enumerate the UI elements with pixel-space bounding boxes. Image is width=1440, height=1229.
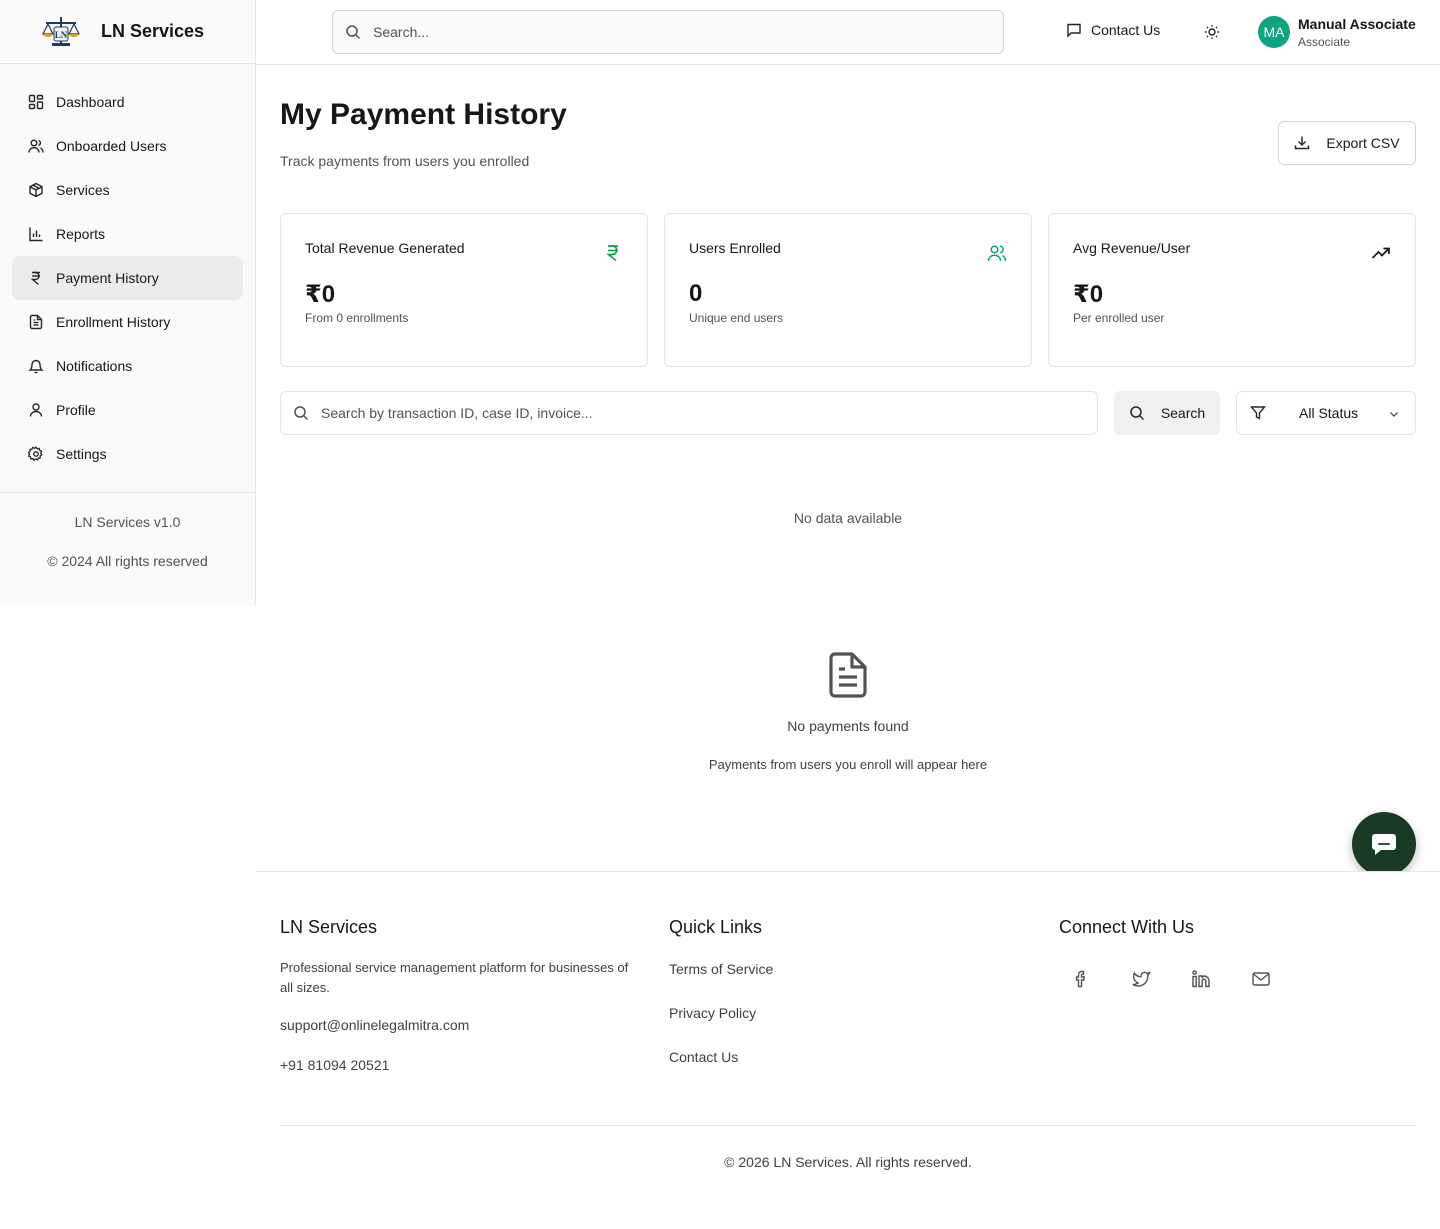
export-csv-button[interactable]: Export CSV [1278, 121, 1416, 165]
footer-brand: LN Services [280, 917, 378, 937]
filter-icon [1250, 406, 1266, 420]
brand-name: LN Services [101, 21, 205, 41]
stat-card-users-enrolled: Users Enrolled 0 Unique end users [664, 213, 1032, 367]
footer-email[interactable]: support@onlinelegalmitra.com [280, 1017, 469, 1033]
empty-state-title: No payments found [787, 718, 909, 734]
sidebar-item-profile[interactable]: Profile [12, 388, 243, 432]
chat-bubble-icon [1372, 834, 1396, 855]
trending-up-icon [1371, 247, 1390, 259]
sidebar-item-label: Payment History [56, 270, 159, 286]
twitter-icon[interactable] [1131, 969, 1151, 989]
sidebar-item-settings[interactable]: Settings [12, 432, 243, 476]
search-icon [294, 406, 309, 421]
user-role: Associate [1298, 35, 1351, 49]
app-version: LN Services v1.0 [74, 514, 181, 530]
footer-link-privacy[interactable]: Privacy Policy [669, 1005, 756, 1021]
table-no-data: No data available [793, 510, 903, 526]
footer-description: Professional service management platform… [280, 960, 629, 995]
stat-value: ₹0 [1073, 281, 1104, 308]
bell-icon [28, 359, 44, 374]
sidebar-item-label: Onboarded Users [56, 138, 167, 154]
logo-text: LN [55, 30, 68, 40]
users-icon [28, 139, 44, 153]
sidebar-item-label: Enrollment History [56, 314, 171, 330]
facebook-icon[interactable] [1071, 969, 1091, 989]
sidebar-copyright: © 2024 All rights reserved [47, 553, 208, 569]
download-icon [1295, 136, 1310, 150]
sidebar-footer: LN Services v1.0 © 2024 All rights reser… [0, 514, 255, 569]
scales-logo-icon: LN [42, 16, 80, 46]
sidebar-item-dashboard[interactable]: Dashboard [12, 80, 243, 124]
stat-note: Unique end users [689, 311, 784, 325]
search-button-label: Search [1160, 405, 1206, 421]
sidebar-item-label: Reports [56, 226, 106, 242]
footer-link-contact[interactable]: Contact Us [669, 1049, 738, 1065]
sidebar-nav: Dashboard Onboarded Users Services Repor… [0, 64, 255, 493]
users-icon [987, 245, 1007, 262]
mail-icon[interactable] [1251, 969, 1271, 989]
sidebar-item-label: Dashboard [56, 94, 125, 110]
user-icon [29, 403, 43, 417]
sidebar-item-reports[interactable]: Reports [12, 212, 243, 256]
stat-title: Total Revenue Generated [305, 240, 465, 256]
page-subtitle: Track payments from users you enrolled [280, 153, 530, 169]
footer-link-terms[interactable]: Terms of Service [669, 961, 773, 977]
contact-us-label: Contact Us [1091, 22, 1161, 38]
sidebar-item-label: Profile [56, 402, 96, 418]
quick-links-title: Quick Links [669, 917, 763, 937]
empty-state-subtitle: Payments from users you enroll will appe… [708, 757, 988, 772]
sidebar-item-services[interactable]: Services [12, 168, 243, 212]
file-document-icon [829, 652, 867, 698]
file-text-icon [29, 314, 43, 330]
gear-icon [28, 446, 43, 462]
search-icon [346, 25, 361, 40]
layout-grid-icon [28, 94, 44, 110]
stat-card-avg-revenue: Avg Revenue/User ₹0 Per enrolled user [1048, 213, 1416, 367]
sidebar-item-payment-history[interactable]: Payment History [12, 256, 243, 300]
sidebar-item-label: Settings [56, 446, 107, 462]
global-search[interactable] [332, 10, 1004, 54]
search-button[interactable]: Search [1114, 391, 1220, 435]
payment-search[interactable] [280, 391, 1098, 435]
footer-copyright: © 2026 LN Services. All rights reserved. [724, 1154, 972, 1170]
payment-search-input[interactable] [321, 405, 1081, 421]
bar-chart-icon [29, 227, 43, 242]
stat-value: ₹0 [305, 281, 336, 308]
contact-us-button[interactable]: Contact Us [1066, 22, 1160, 38]
message-square-icon [1067, 23, 1081, 38]
search-icon [1130, 406, 1144, 421]
avatar[interactable]: MA [1258, 16, 1290, 48]
status-filter-value: All Status [1299, 405, 1359, 421]
stat-title: Users Enrolled [689, 240, 781, 256]
footer-phone[interactable]: +91 81094 20521 [280, 1057, 389, 1073]
page-title: My Payment History [280, 98, 567, 131]
connect-title: Connect With Us [1059, 917, 1195, 937]
global-search-input[interactable] [373, 24, 973, 40]
export-csv-label: Export CSV [1326, 135, 1400, 151]
sidebar-item-label: Notifications [56, 358, 133, 374]
stat-card-total-revenue: Total Revenue Generated ₹0 From 0 enroll… [280, 213, 648, 367]
sidebar-item-enrollment-history[interactable]: Enrollment History [12, 300, 243, 344]
status-filter-select[interactable]: All Status [1236, 391, 1416, 435]
package-icon [29, 182, 43, 198]
stat-title: Avg Revenue/User [1073, 240, 1191, 256]
stat-value: 0 [689, 280, 703, 307]
footer-divider [280, 1125, 1416, 1126]
linkedin-icon[interactable] [1191, 969, 1211, 989]
footer: LN Services Professional service managem… [256, 871, 1440, 1229]
sidebar: LN LN Services Dashboard Onboarded Users… [0, 0, 256, 605]
sidebar-item-onboarded-users[interactable]: Onboarded Users [12, 124, 243, 168]
chat-button[interactable] [1352, 812, 1416, 876]
sidebar-item-notifications[interactable]: Notifications [12, 344, 243, 388]
user-name: Manual Associate [1298, 16, 1416, 32]
top-header: Contact Us MA Manual Associate Associate [256, 0, 1440, 65]
brand[interactable]: LN LN Services [0, 0, 255, 64]
rupee-icon [606, 245, 618, 262]
stat-note: From 0 enrollments [305, 311, 409, 325]
rupee-icon [30, 271, 40, 286]
stat-note: Per enrolled user [1073, 311, 1165, 325]
chevron-down-icon [1390, 412, 1398, 417]
sidebar-item-label: Services [56, 182, 110, 198]
sun-icon[interactable] [1204, 24, 1220, 40]
